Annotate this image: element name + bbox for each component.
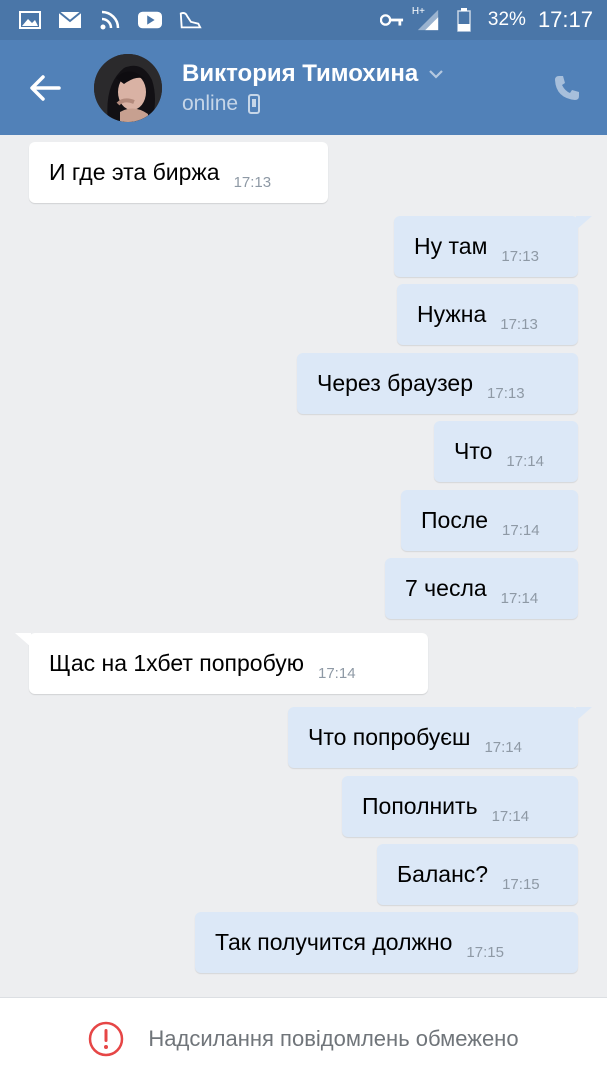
message-time: 17:14 [502, 522, 540, 539]
arrow-left-icon [30, 74, 61, 101]
app-notification-icon [178, 10, 202, 30]
message-time: 17:14 [500, 590, 539, 607]
status-bar: H+ 32% 17:17 [0, 0, 607, 40]
message-bubble-outgoing[interactable]: Через браузер 17:13 [297, 353, 578, 414]
vpn-key-icon [379, 10, 404, 30]
message-time: 17:13 [487, 385, 525, 402]
message-time: 17:14 [318, 665, 356, 682]
warning-icon [89, 1021, 124, 1057]
message-time: 17:15 [466, 944, 504, 961]
message-bubble-outgoing[interactable]: Баланс? 17:15 [377, 844, 578, 905]
peer-info[interactable]: Виктория Тимохина online [182, 60, 444, 116]
bubble-tail [576, 707, 592, 721]
message-time: 17:14 [491, 808, 530, 825]
message-text: Так получится должно [215, 929, 453, 955]
message-text: Что попробуєш [308, 724, 471, 750]
youtube-icon [138, 10, 162, 30]
battery-icon [452, 8, 476, 32]
battery-percent: 32% [487, 9, 526, 30]
message-time: 17:14 [506, 453, 544, 470]
message-bubble-incoming[interactable]: И где эта биржа 17:13 [29, 142, 328, 203]
chat-header: Виктория Тимохина online [0, 40, 607, 135]
message-text: После [421, 507, 489, 533]
message-bubble-outgoing[interactable]: Так получится должно 17:15 [195, 912, 578, 973]
phone-icon [555, 75, 579, 100]
message-time: 17:15 [502, 876, 540, 893]
signal-icon: H+ [412, 6, 440, 31]
message-text: Нужна [417, 301, 487, 327]
peer-status: online [182, 91, 239, 115]
message-time: 17:13 [233, 174, 272, 191]
clock: 17:17 [537, 7, 593, 32]
network-type: H+ [411, 6, 425, 17]
message-text: Баланс? [397, 861, 489, 887]
gallery-icon [18, 10, 42, 30]
message-bubble-outgoing[interactable]: 7 чесла 17:14 [385, 558, 578, 619]
message-text: И где эта биржа [49, 159, 220, 185]
call-button[interactable] [527, 40, 607, 135]
message-bubble-outgoing[interactable]: Нужна 17:13 [397, 284, 578, 345]
chevron-down-icon [429, 69, 444, 79]
bubble-tail [576, 216, 592, 230]
message-text: Пополнить [362, 793, 478, 819]
message-bubble-outgoing[interactable]: Пополнить 17:14 [342, 776, 578, 837]
restriction-notice: Надсилання повідомлень обмежено [148, 1026, 519, 1051]
back-button[interactable] [0, 40, 90, 135]
message-bubble-outgoing[interactable]: Ну там 17:13 [394, 216, 578, 277]
message-bubble-incoming[interactable]: Щас на 1хбет попробую 17:14 [29, 633, 428, 694]
restriction-footer: Надсилання повідомлень обмежено [0, 997, 607, 1080]
message-text: Что [454, 438, 493, 464]
avatar[interactable] [94, 53, 162, 122]
message-text: Ну там [414, 233, 488, 259]
mobile-phone-icon [248, 93, 261, 114]
message-text: 7 чесла [405, 575, 487, 601]
peer-name: Виктория Тимохина [182, 59, 419, 87]
message-list[interactable]: И где эта биржа 17:13 Ну там 17:13 Нужна 17:1… [0, 135, 607, 997]
message-time: 17:14 [484, 739, 522, 756]
message-time: 17:13 [500, 316, 538, 333]
message-time: 17:13 [501, 248, 539, 265]
rss-icon [98, 10, 122, 30]
message-bubble-outgoing[interactable]: После 17:14 [401, 490, 578, 551]
message-text: Через браузер [317, 370, 474, 396]
message-bubble-outgoing[interactable]: Что попробуєш 17:14 [288, 707, 578, 768]
message-bubble-outgoing[interactable]: Что 17:14 [434, 421, 578, 482]
mail-icon [58, 10, 82, 30]
message-text: Щас на 1хбет попробую [49, 650, 304, 676]
